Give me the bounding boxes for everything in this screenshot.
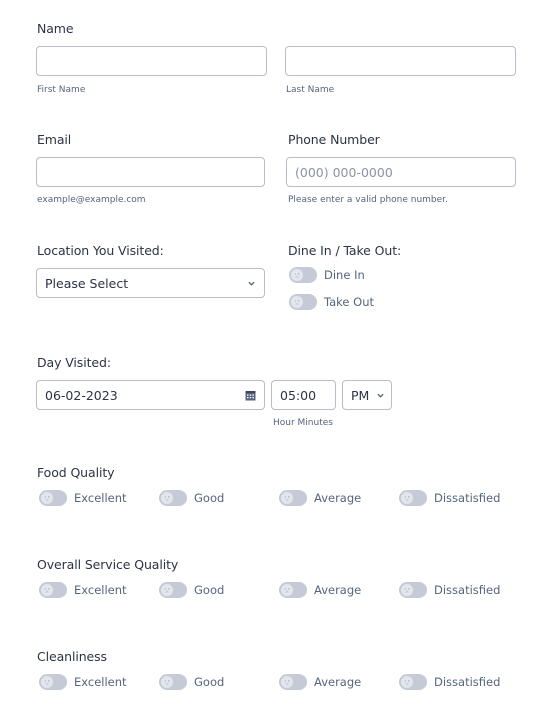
toggle-label: Excellent	[74, 491, 127, 505]
time-value: 05:00	[280, 387, 317, 403]
dine-option-take-out[interactable]: Take Out	[289, 293, 374, 311]
sad-face-icon	[41, 676, 53, 688]
rating-option-average[interactable]: Average	[279, 489, 361, 507]
toggle-switch[interactable]	[159, 674, 187, 690]
rating-option-excellent[interactable]: Excellent	[39, 581, 127, 599]
toggle-switch[interactable]	[289, 294, 317, 310]
toggle-label: Good	[194, 583, 225, 597]
toggle-switch[interactable]	[399, 582, 427, 598]
toggle-label: Good	[194, 675, 225, 689]
rating-option-average[interactable]: Average	[279, 673, 361, 691]
phone-sublabel: Please enter a valid phone number.	[288, 195, 448, 205]
sad-face-icon	[291, 269, 303, 281]
email-input[interactable]	[36, 157, 265, 187]
sad-face-icon	[161, 584, 173, 596]
dine-label: Dine In / Take Out:	[288, 243, 402, 258]
toggle-switch[interactable]	[399, 674, 427, 690]
toggle-label: Average	[314, 583, 362, 597]
rating-option-dissatisfied[interactable]: Dissatisfied	[399, 489, 500, 507]
toggle-switch[interactable]	[399, 490, 427, 506]
rating-question-label: Cleanliness	[37, 649, 107, 664]
toggle-switch[interactable]	[39, 674, 67, 690]
toggle-label: Average	[314, 675, 362, 689]
toggle-label: Average	[314, 491, 362, 505]
toggle-switch[interactable]	[279, 490, 307, 506]
email-sublabel: example@example.com	[37, 195, 146, 205]
toggle-switch[interactable]	[159, 490, 187, 506]
toggle-label: Dissatisfied	[434, 491, 501, 505]
toggle-label: Excellent	[74, 675, 127, 689]
phone-label: Phone Number	[288, 132, 380, 147]
rating-question-label: Food Quality	[37, 465, 115, 480]
sad-face-icon	[401, 676, 413, 688]
sad-face-icon	[161, 492, 173, 504]
date-value: 06-02-2023	[45, 387, 118, 403]
toggle-switch[interactable]	[39, 490, 67, 506]
rating-option-excellent[interactable]: Excellent	[39, 489, 127, 507]
date-input[interactable]: 06-02-2023	[36, 380, 265, 410]
chevron-down-icon	[377, 393, 384, 398]
phone-placeholder: (000) 000-0000	[295, 164, 393, 180]
toggle-label: Dissatisfied	[434, 675, 501, 689]
toggle-switch[interactable]	[289, 267, 317, 283]
phone-input[interactable]: (000) 000-0000	[286, 157, 516, 187]
toggle-label: Dine In	[324, 268, 365, 282]
email-label: Email	[37, 132, 72, 147]
rating-option-dissatisfied[interactable]: Dissatisfied	[399, 581, 500, 599]
rating-option-average[interactable]: Average	[279, 581, 361, 599]
calendar-icon[interactable]	[245, 390, 256, 401]
toggle-label: Take Out	[324, 295, 374, 309]
ampm-value: PM	[351, 387, 370, 403]
toggle-switch[interactable]	[279, 674, 307, 690]
first-name-sublabel: First Name	[37, 85, 86, 95]
sad-face-icon	[281, 584, 293, 596]
location-label: Location You Visited:	[37, 243, 164, 258]
rating-option-good[interactable]: Good	[159, 673, 224, 691]
last-name-sublabel: Last Name	[286, 85, 335, 95]
toggle-label: Excellent	[74, 583, 127, 597]
rating-option-dissatisfied[interactable]: Dissatisfied	[399, 673, 500, 691]
toggle-switch[interactable]	[39, 582, 67, 598]
sad-face-icon	[281, 492, 293, 504]
rating-question-label: Overall Service Quality	[37, 557, 179, 572]
time-sublabel: Hour Minutes	[273, 418, 333, 428]
sad-face-icon	[281, 676, 293, 688]
name-label: Name	[37, 21, 74, 36]
chevron-down-icon	[248, 281, 255, 286]
first-name-input[interactable]	[36, 46, 267, 76]
rating-option-excellent[interactable]: Excellent	[39, 673, 127, 691]
rating-option-good[interactable]: Good	[159, 489, 224, 507]
sad-face-icon	[161, 676, 173, 688]
sad-face-icon	[401, 492, 413, 504]
last-name-input[interactable]	[285, 46, 516, 76]
location-selected-value: Please Select	[45, 275, 129, 291]
toggle-switch[interactable]	[159, 582, 187, 598]
sad-face-icon	[291, 296, 303, 308]
ampm-select[interactable]: PM	[342, 380, 392, 410]
dine-option-dine-in[interactable]: Dine In	[289, 266, 365, 284]
toggle-label: Dissatisfied	[434, 583, 501, 597]
location-select[interactable]: Please Select	[36, 268, 265, 298]
sad-face-icon	[41, 584, 53, 596]
toggle-switch[interactable]	[279, 582, 307, 598]
rating-option-good[interactable]: Good	[159, 581, 224, 599]
sad-face-icon	[401, 584, 413, 596]
day-label: Day Visited:	[37, 355, 111, 370]
toggle-label: Good	[194, 491, 225, 505]
sad-face-icon	[41, 492, 53, 504]
time-input[interactable]: 05:00	[271, 380, 336, 410]
